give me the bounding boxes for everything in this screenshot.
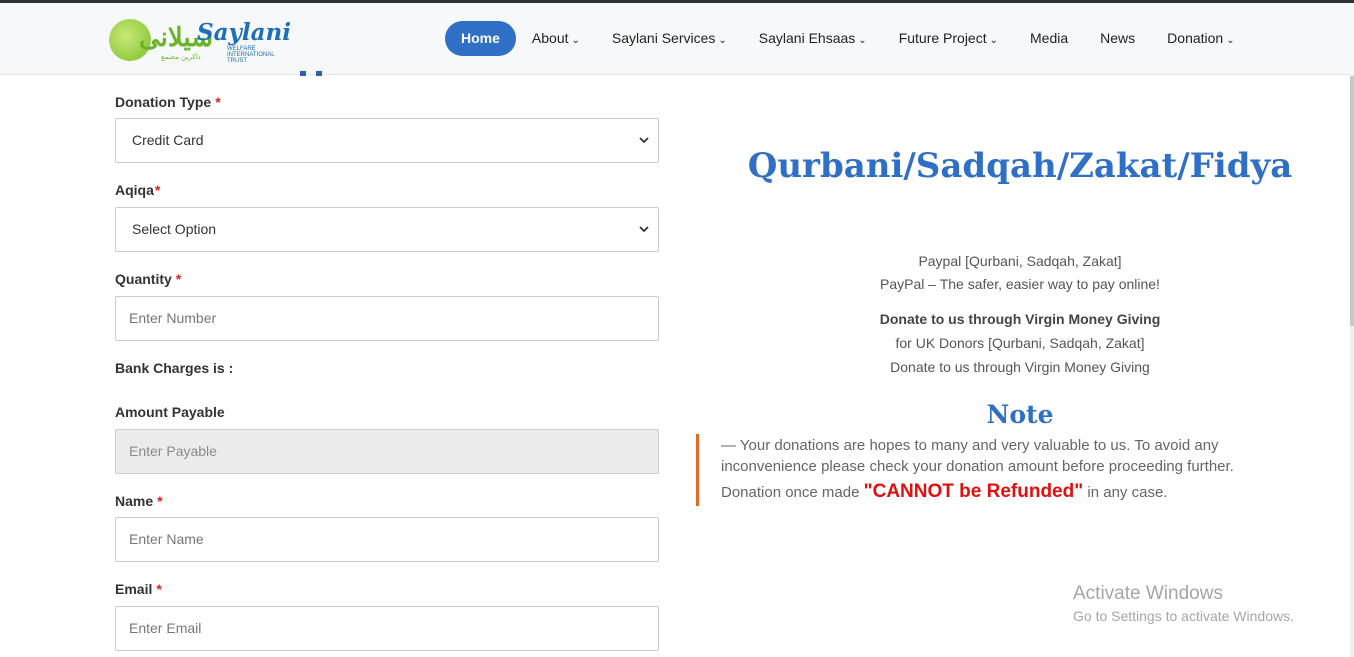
nav-home[interactable]: Home xyxy=(445,21,516,56)
name-placeholder: Enter Name xyxy=(129,531,204,547)
amount-payable-label: Amount Payable xyxy=(115,404,225,420)
donation-type-select[interactable]: Credit Card xyxy=(115,118,659,163)
nav-donation-label: Donation xyxy=(1167,30,1224,46)
aqiqa-select[interactable]: Select Option xyxy=(115,207,659,252)
aqiqa-label: Aqiqa* xyxy=(115,182,161,198)
nav-media[interactable]: Media xyxy=(1014,21,1084,56)
note-line-3: Donation once made "CANNOT be Refunded" … xyxy=(721,481,1168,502)
nav-ehsaas-label: Saylani Ehsaas xyxy=(758,30,856,46)
note-title: Note xyxy=(986,400,1054,429)
chevron-down-icon: ⌄ xyxy=(718,35,727,46)
chevron-down-icon xyxy=(639,226,649,233)
nav-home-label: Home xyxy=(461,30,500,46)
paypal-label: Paypal [Qurbani, Sadqah, Zakat] xyxy=(918,253,1122,269)
quantity-placeholder: Enter Number xyxy=(129,310,217,326)
chevron-down-icon xyxy=(639,137,649,144)
virgin-image-alt: Donate to us through Virgin Money Giving xyxy=(890,359,1150,375)
nav-about-label: About xyxy=(531,30,569,46)
activate-windows-sub: Go to Settings to activate Windows. xyxy=(1073,608,1294,624)
logo-sub: ذاكرين مجتمع xyxy=(161,54,201,61)
quantity-label: Quantity * xyxy=(115,271,182,287)
nav-news-label: News xyxy=(1100,30,1136,46)
note-box: — Your donations are hopes to many and v… xyxy=(696,434,1279,506)
partial-heading-cutoff xyxy=(300,66,334,76)
nav-saylani-ehsaas[interactable]: Saylani Ehsaas ⌄ xyxy=(743,21,883,56)
email-placeholder: Enter Email xyxy=(129,620,202,636)
nav-future-project[interactable]: Future Project ⌄ xyxy=(883,21,1014,56)
nav-saylani-services[interactable]: Saylani Services ⌄ xyxy=(596,21,743,56)
bank-charges-label: Bank Charges is : xyxy=(115,360,234,376)
donation-type-label: Donation Type * xyxy=(115,94,221,110)
nav-media-label: Media xyxy=(1030,30,1069,46)
email-input[interactable]: Enter Email xyxy=(115,606,659,651)
refund-warning: "CANNOT be Refunded" xyxy=(863,481,1084,502)
chevron-down-icon: ⌄ xyxy=(989,35,999,46)
virgin-image[interactable]: Donate to us through Virgin Money Giving xyxy=(700,359,1340,375)
chevron-down-icon: ⌄ xyxy=(1226,35,1235,46)
chevron-down-icon: ⌄ xyxy=(571,35,580,46)
virgin-sub: for UK Donors [Qurbani, Sadqah, Zakat] xyxy=(895,335,1145,351)
logo-text: Saylani xyxy=(197,19,291,46)
quantity-input[interactable]: Enter Number xyxy=(115,296,659,341)
chevron-down-icon: ⌄ xyxy=(858,35,867,46)
email-label: Email * xyxy=(115,581,162,597)
page-title: Qurbani/Sadqah/Zakat/Fidya xyxy=(747,146,1293,186)
paypal-image[interactable]: PayPal – The safer, easier way to pay on… xyxy=(700,276,1340,292)
amount-payable-placeholder: Enter Payable xyxy=(129,443,217,459)
nav-future-label: Future Project xyxy=(898,30,987,46)
nav-donation[interactable]: Donation ⌄ xyxy=(1151,21,1250,56)
saylani-logo[interactable]: سیلانی Saylani WELFARE INTERNATIONAL TRU… xyxy=(109,17,291,65)
activate-windows-title: Activate Windows xyxy=(1073,583,1223,604)
name-label: Name * xyxy=(115,493,163,509)
name-input[interactable]: Enter Name xyxy=(115,517,659,562)
donation-type-value: Credit Card xyxy=(132,132,204,148)
main-nav: Home About ⌄ Saylani Services ⌄ Saylani Eh… xyxy=(445,21,1251,56)
aqiqa-value: Select Option xyxy=(132,221,217,237)
logo-tagline: WELFARE INTERNATIONAL TRUST xyxy=(227,46,275,64)
nav-news[interactable]: News xyxy=(1084,21,1151,56)
virgin-heading: Donate to us through Virgin Money Giving xyxy=(879,311,1161,327)
nav-about[interactable]: About ⌄ xyxy=(516,21,596,56)
nav-services-label: Saylani Services xyxy=(611,30,716,46)
amount-payable-input: Enter Payable xyxy=(115,429,659,474)
navbar: سیلانی Saylani WELFARE INTERNATIONAL TRU… xyxy=(0,3,1354,75)
note-line-1: — Your donations are hopes to many and v… xyxy=(721,437,1219,454)
paypal-image-alt: PayPal – The safer, easier way to pay on… xyxy=(880,276,1160,292)
scrollbar-thumb[interactable] xyxy=(1350,76,1354,326)
note-line-2: inconvenience please check your donation… xyxy=(721,458,1234,475)
